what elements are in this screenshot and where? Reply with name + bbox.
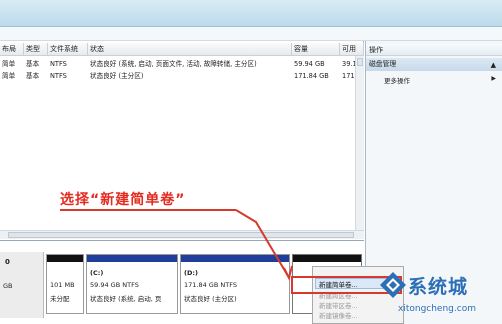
watermark: 系统城 xitongcheng.com [378,268,502,324]
watermark-brand: 系统城 [408,276,469,298]
logo-icon [380,272,406,298]
watermark-url: xitongcheng.com [398,304,476,314]
